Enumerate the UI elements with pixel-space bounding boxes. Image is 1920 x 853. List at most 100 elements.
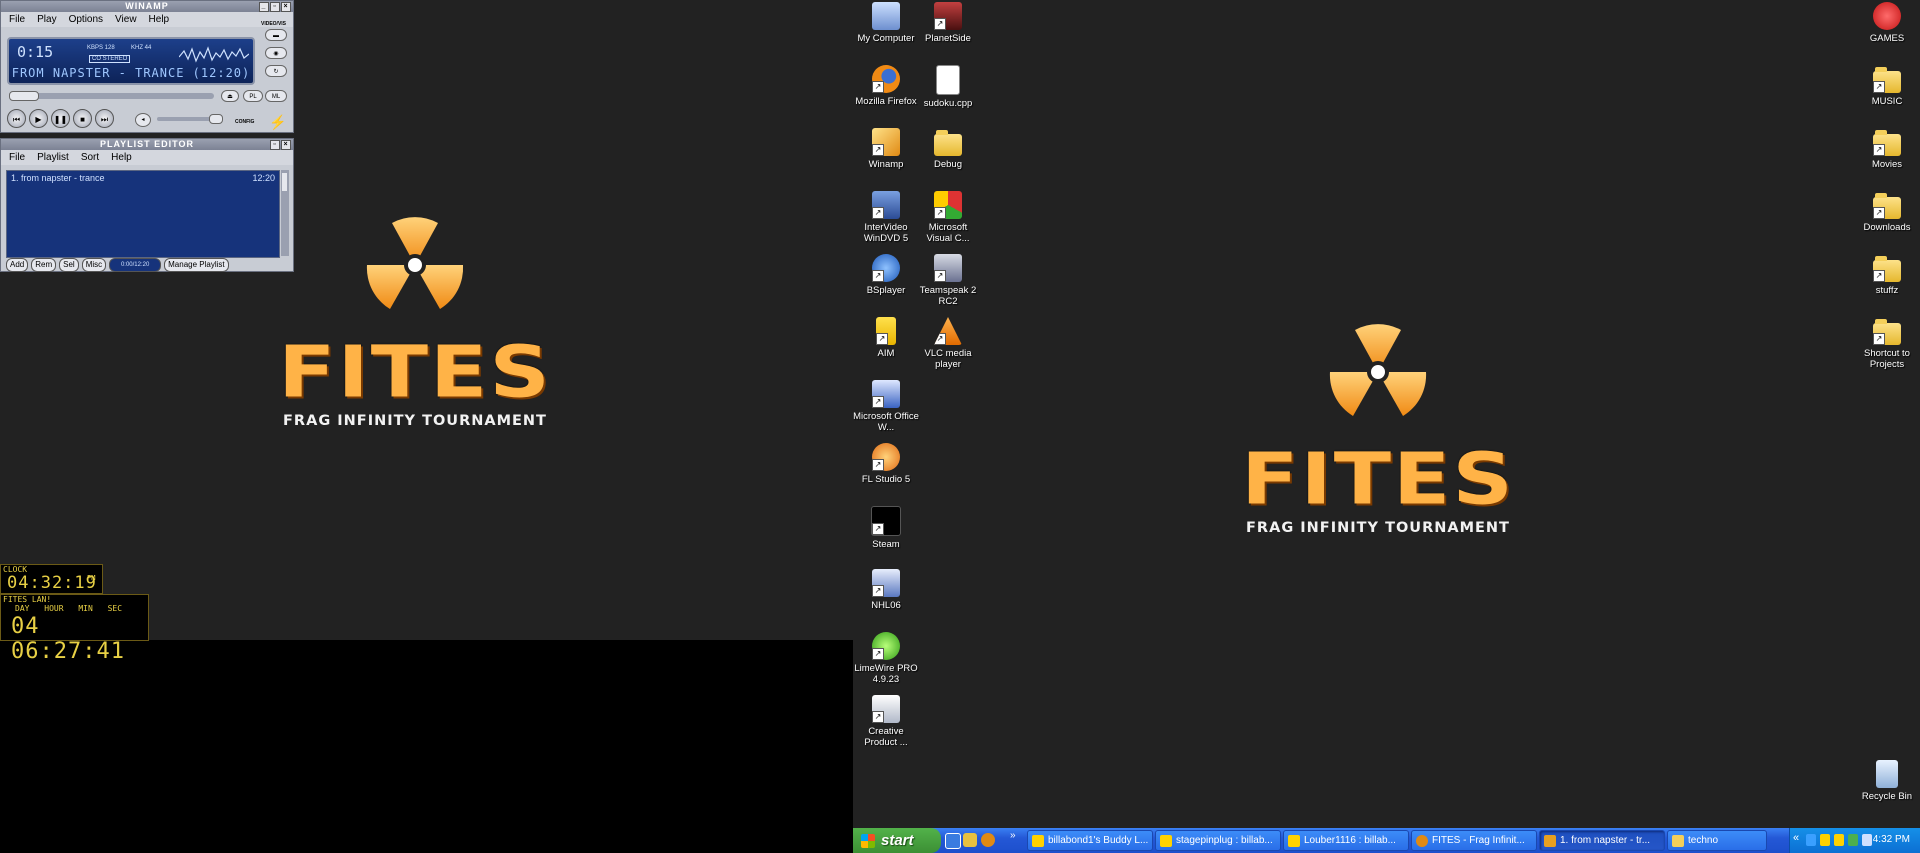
taskbar-item[interactable]: stagepinplug : billab...	[1155, 830, 1281, 851]
media-library-button[interactable]: ML	[265, 90, 287, 102]
playlist-editor-window[interactable]: PLAYLIST EDITOR ▫ × File Playlist Sort H…	[0, 138, 294, 272]
network-icon[interactable]	[1806, 834, 1816, 846]
taskbar-clock[interactable]: 4:32 PM	[1873, 834, 1910, 845]
icon-planetside[interactable]: PlanetSide	[915, 2, 981, 44]
taskbar-item[interactable]: FITES - Frag Infinit...	[1411, 830, 1537, 851]
icon-teamspeak[interactable]: Teamspeak 2 RC2	[915, 254, 981, 307]
ie-icon[interactable]	[945, 833, 961, 849]
pl-menu-file[interactable]: File	[9, 152, 25, 163]
windows-logo-icon	[861, 834, 875, 848]
winamp-lightning-icon[interactable]: ⚡	[269, 114, 286, 130]
icon-games[interactable]: GAMES	[1854, 2, 1920, 44]
taskbar-item[interactable]: billabond1's Buddy L...	[1027, 830, 1153, 851]
icon-my-computer[interactable]: My Computer	[853, 2, 919, 44]
pause-icon[interactable]: ❚❚	[51, 109, 70, 128]
playlist-toggle-button[interactable]: PL	[243, 90, 263, 102]
eject-icon[interactable]: ⏏	[221, 90, 239, 102]
volume-handle[interactable]	[209, 114, 223, 124]
video-button[interactable]: ▬	[265, 29, 287, 41]
play-icon[interactable]: ▶	[29, 109, 48, 128]
icon-movies[interactable]: Movies	[1854, 128, 1920, 170]
seek-bar[interactable]	[9, 91, 214, 101]
config-label[interactable]: CONFIG	[235, 119, 254, 125]
menu-help[interactable]: Help	[149, 14, 170, 25]
add-button[interactable]: Add	[6, 258, 29, 272]
folder-icon	[1873, 67, 1901, 93]
chevron-left-icon[interactable]: «	[1793, 832, 1799, 844]
icon-downloads[interactable]: Downloads	[1854, 191, 1920, 233]
show-desktop-icon[interactable]	[963, 833, 977, 847]
icon-firefox[interactable]: Mozilla Firefox	[853, 65, 919, 107]
menu-file[interactable]: File	[9, 14, 25, 25]
icon-stuffz[interactable]: stuffz	[1854, 254, 1920, 296]
security-shield-icon[interactable]	[1820, 834, 1830, 846]
manage-playlist-button[interactable]: Manage Playlist	[164, 258, 229, 272]
icon-visual-c[interactable]: Microsoft Visual C...	[915, 191, 981, 244]
icon-office-word[interactable]: Microsoft Office W...	[853, 380, 919, 433]
icon-sudoku-cpp[interactable]: sudoku.cpp	[915, 65, 981, 109]
volume-slider[interactable]	[157, 114, 223, 124]
remove-button[interactable]: Rem	[31, 258, 57, 272]
next-icon[interactable]: ⏭	[95, 109, 114, 128]
menu-options[interactable]: Options	[69, 14, 103, 25]
icon-projects-shortcut[interactable]: Shortcut to Projects	[1854, 317, 1920, 370]
taskbar-item[interactable]: Louber1116 : billab...	[1283, 830, 1409, 851]
icon-limewire[interactable]: LimeWire PRO 4.9.23	[853, 632, 919, 685]
taskbar-item-active[interactable]: 1. from napster - tr...	[1539, 830, 1665, 851]
winamp-main-window[interactable]: WINAMP _ ▫ × File Play Options View Help…	[0, 0, 294, 133]
pl-menu-playlist[interactable]: Playlist	[37, 152, 69, 163]
minimize-icon[interactable]: _	[259, 2, 269, 12]
icon-vlc[interactable]: VLC media player	[915, 317, 981, 370]
icon-fl-studio[interactable]: FL Studio 5	[853, 443, 919, 485]
transport-controls: ⏮ ▶ ❚❚ ■ ⏭	[7, 109, 114, 128]
volume-icon[interactable]	[1862, 834, 1872, 846]
playlist-titlebar[interactable]: PLAYLIST EDITOR ▫ ×	[1, 139, 293, 150]
scrollbar-thumb[interactable]	[282, 173, 287, 191]
pl-menu-sort[interactable]: Sort	[81, 152, 99, 163]
playback-time[interactable]: 0:15	[17, 43, 53, 61]
countdown-widget[interactable]: FITES LAN! DAY HOUR MIN SEC 04 06:27:41	[0, 594, 149, 664]
playlist-scrollbar[interactable]	[281, 170, 289, 256]
select-button[interactable]: Sel	[59, 258, 79, 272]
icon-windvd[interactable]: InterVideo WinDVD 5	[853, 191, 919, 244]
clock-widget[interactable]: CLOCK 04:32:19 PM	[0, 564, 103, 594]
stop-icon[interactable]: ■	[73, 109, 92, 128]
icon-recycle-bin[interactable]: Recycle Bin	[1854, 760, 1920, 802]
vis-button[interactable]: ◉	[265, 47, 287, 59]
repeat-button[interactable]: ↻	[265, 65, 287, 77]
icon-nhl06[interactable]: NHL06	[853, 569, 919, 611]
speaker-icon[interactable]: ◂	[135, 113, 151, 127]
menu-view[interactable]: View	[115, 14, 137, 25]
taskbar-item[interactable]: techno	[1667, 830, 1767, 851]
icon-label: My Computer	[857, 33, 915, 44]
icon-creative[interactable]: Creative Product ...	[853, 695, 919, 748]
shade-icon[interactable]: ▫	[270, 2, 280, 12]
icon-music[interactable]: MUSIC	[1854, 65, 1920, 107]
start-button[interactable]: start	[853, 828, 941, 853]
icon-steam[interactable]: Steam	[853, 506, 919, 550]
winamp-titlebar[interactable]: WINAMP _ ▫ ×	[1, 1, 293, 12]
menu-play[interactable]: Play	[37, 14, 56, 25]
seek-handle[interactable]	[9, 91, 39, 101]
track-name: 1. from napster - trance	[11, 173, 105, 183]
aim-tray-icon[interactable]	[1834, 834, 1844, 846]
limewire-tray-icon[interactable]	[1848, 834, 1858, 846]
icon-label: Downloads	[1863, 222, 1911, 233]
logo-wordmark: FITES	[1241, 437, 1515, 521]
chevron-right-icon[interactable]: »	[1010, 830, 1016, 841]
icon-bsplayer[interactable]: BSplayer	[853, 254, 919, 296]
misc-button[interactable]: Misc	[81, 258, 107, 272]
close-icon[interactable]: ×	[281, 140, 291, 150]
visualizer-icon[interactable]	[179, 43, 249, 67]
icon-winamp[interactable]: Winamp	[853, 128, 919, 170]
list-item[interactable]: 1. from napster - trance 12:20	[7, 171, 279, 185]
pl-menu-help[interactable]: Help	[111, 152, 132, 163]
icon-aim[interactable]: AIM	[853, 317, 919, 359]
previous-icon[interactable]: ⏮	[7, 109, 26, 128]
icon-debug[interactable]: Debug	[915, 128, 981, 170]
close-icon[interactable]: ×	[281, 2, 291, 12]
playlist-list[interactable]: 1. from napster - trance 12:20	[6, 170, 280, 258]
firefox-quicklaunch-icon[interactable]	[981, 833, 995, 847]
shade-icon[interactable]: ▫	[270, 140, 280, 150]
recycle-bin-icon	[1876, 760, 1898, 788]
